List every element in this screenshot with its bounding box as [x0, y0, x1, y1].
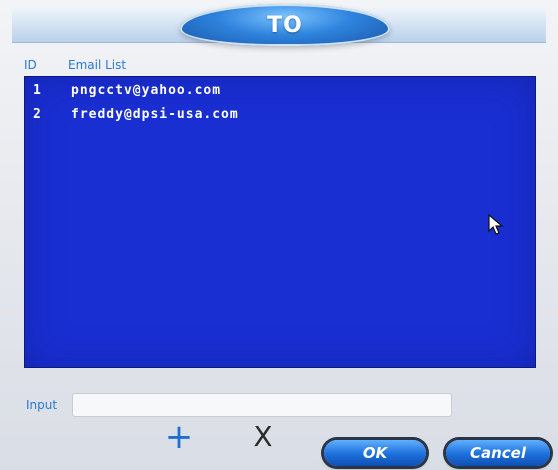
email-list[interactable]: 1 pngcctv@yahoo.com 2 freddy@dpsi-usa.co… [24, 76, 536, 368]
email-input[interactable] [72, 393, 452, 417]
column-header-email: Email List [68, 58, 127, 72]
dialog-title: TO [267, 12, 303, 38]
add-button[interactable]: + [162, 420, 196, 454]
list-item[interactable]: 1 pngcctv@yahoo.com [25, 83, 535, 101]
mouse-pointer-icon [488, 214, 504, 235]
list-item-email: pngcctv@yahoo.com [71, 83, 222, 98]
delete-button[interactable]: X [248, 422, 278, 452]
plus-icon: + [164, 417, 194, 457]
ok-button-label: OK [362, 444, 388, 462]
list-item[interactable]: 2 freddy@dpsi-usa.com [25, 107, 535, 125]
input-label: Input [26, 398, 58, 412]
cancel-button-label: Cancel [469, 444, 526, 462]
close-icon: X [253, 420, 273, 453]
list-item-email: freddy@dpsi-usa.com [71, 107, 239, 122]
column-header-id: ID [24, 58, 37, 72]
list-header: ID Email List [24, 58, 534, 76]
list-item-id: 1 [33, 83, 41, 98]
cancel-button[interactable]: Cancel [446, 440, 550, 466]
dialog-window: TO ID Email List 1 pngcctv@yahoo.com 2 f… [0, 0, 558, 470]
list-item-id: 2 [33, 107, 41, 122]
ok-button[interactable]: OK [324, 440, 426, 466]
